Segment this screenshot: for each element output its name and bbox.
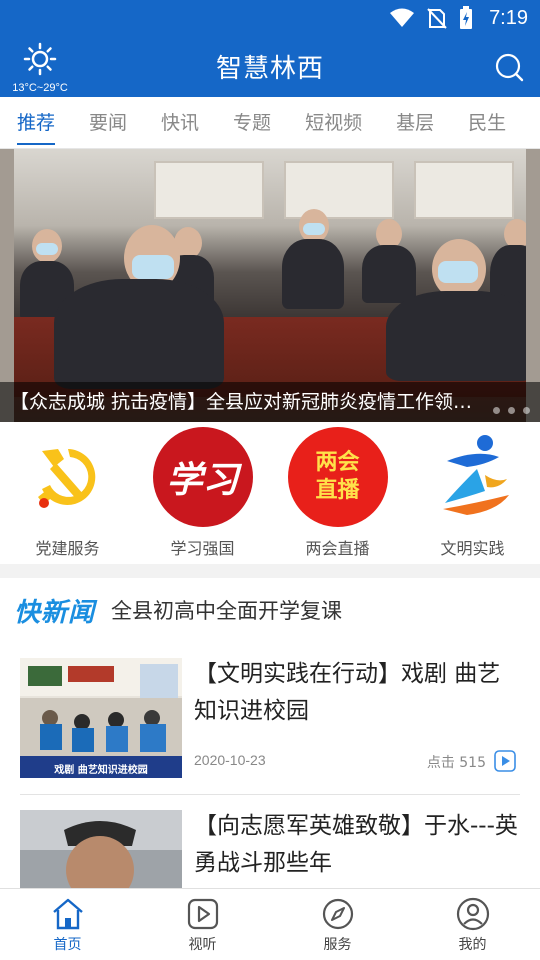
click-count: 点击 515 xyxy=(426,755,486,771)
tab-flash-news[interactable]: 快讯 xyxy=(144,97,216,149)
thumbnail-caption: 戏剧 曲艺知识进校园 xyxy=(54,765,148,776)
two-sessions-logo-icon: 两会 直播 xyxy=(287,427,388,527)
carousel-dot xyxy=(523,407,530,414)
tab-headlines[interactable]: 要闻 xyxy=(72,97,144,149)
news-list: 戏剧 曲艺知识进校园 【文明实践在行动】戏剧 曲艺知识进校园 2020-10-2… xyxy=(0,642,540,888)
quick-link-label: 两会直播 xyxy=(305,539,370,558)
quick-link-two-sessions[interactable]: 两会 直播 两会直播 xyxy=(270,422,405,564)
nav-service[interactable]: 服务 xyxy=(270,889,405,960)
nav-home[interactable]: 首页 xyxy=(0,889,135,960)
news-thumbnail: 戏剧 曲艺知识进校园 xyxy=(20,658,182,778)
video-icon xyxy=(187,898,218,930)
carousel-indicator xyxy=(493,407,530,414)
home-icon xyxy=(52,898,83,930)
nav-label: 首页 xyxy=(53,937,82,953)
quick-news-logo: 快新闻 xyxy=(14,597,96,628)
video-play-icon[interactable] xyxy=(494,750,516,772)
nav-video[interactable]: 视听 xyxy=(135,889,270,960)
tab-grassroots[interactable]: 基层 xyxy=(379,97,451,149)
tab-short-video[interactable]: 短视频 xyxy=(288,97,379,149)
carousel-dot xyxy=(508,407,515,414)
app-title: 智慧林西 xyxy=(215,54,324,84)
quick-news-ticker[interactable]: 快新闻 全县初高中全面开学复课 xyxy=(0,578,540,642)
party-emblem-icon xyxy=(18,427,118,527)
list-item[interactable]: 【向志愿军英雄致敬】于水---英勇战斗那些年 xyxy=(20,794,520,888)
battery-icon xyxy=(460,6,473,29)
search-icon[interactable] xyxy=(494,52,524,82)
no-sim-icon xyxy=(427,8,447,29)
xuexi-logo-icon: 学习 xyxy=(152,427,253,527)
nav-label: 服务 xyxy=(323,937,352,953)
bottom-navigation: 首页 视听 服务 我的 xyxy=(0,888,540,960)
tab-recommend[interactable]: 推荐 xyxy=(0,97,72,149)
list-item[interactable]: 戏剧 曲艺知识进校园 【文明实践在行动】戏剧 曲艺知识进校园 2020-10-2… xyxy=(20,642,520,792)
category-tabs: 推荐 要闻 快讯 专题 短视频 基层 民生 xyxy=(0,97,540,149)
quick-link-civilization[interactable]: 文明实践 xyxy=(405,422,540,564)
tab-livelihood[interactable]: 民生 xyxy=(451,97,523,149)
quick-link-label: 党建服务 xyxy=(35,539,100,558)
quick-link-party-service[interactable]: 党建服务 xyxy=(0,422,135,564)
status-bar: 7:19 xyxy=(389,0,540,36)
compass-icon xyxy=(322,898,353,930)
nav-label: 我的 xyxy=(458,937,487,953)
tab-topics[interactable]: 专题 xyxy=(216,97,288,149)
news-title[interactable]: 【向志愿军英雄致敬】于水---英勇战斗那些年 xyxy=(194,808,520,882)
news-thumbnail xyxy=(20,810,182,888)
user-icon xyxy=(456,897,489,931)
banner-caption: 【众志成城 抗击疫情】全县应对新冠肺炎疫情工作领导... xyxy=(0,382,540,422)
nav-profile[interactable]: 我的 xyxy=(405,889,540,960)
quick-link-xuexi[interactable]: 学习 学习强国 xyxy=(135,422,270,564)
top-bar: 7:19 13°C~29°C 智慧林西 xyxy=(0,0,540,97)
quick-link-label: 文明实践 xyxy=(440,539,505,558)
news-date: 2020-10-23 xyxy=(194,752,266,768)
wifi-icon xyxy=(390,8,415,27)
quick-link-label: 学习强国 xyxy=(170,539,235,558)
status-time: 7:19 xyxy=(489,6,528,29)
carousel-dot xyxy=(493,407,500,414)
banner-carousel[interactable]: 【众志成城 抗击疫情】全县应对新冠肺炎疫情工作领导... xyxy=(0,149,540,422)
nav-label: 视听 xyxy=(188,937,217,953)
news-title[interactable]: 【文明实践在行动】戏剧 曲艺知识进校园 xyxy=(194,656,520,730)
quick-links: 党建服务 学习 学习强国 两会 直播 两会直播 文明实践 xyxy=(0,422,540,564)
civilization-logo-icon xyxy=(423,427,523,527)
ticker-headline[interactable]: 全县初高中全面开学复课 xyxy=(111,595,342,625)
